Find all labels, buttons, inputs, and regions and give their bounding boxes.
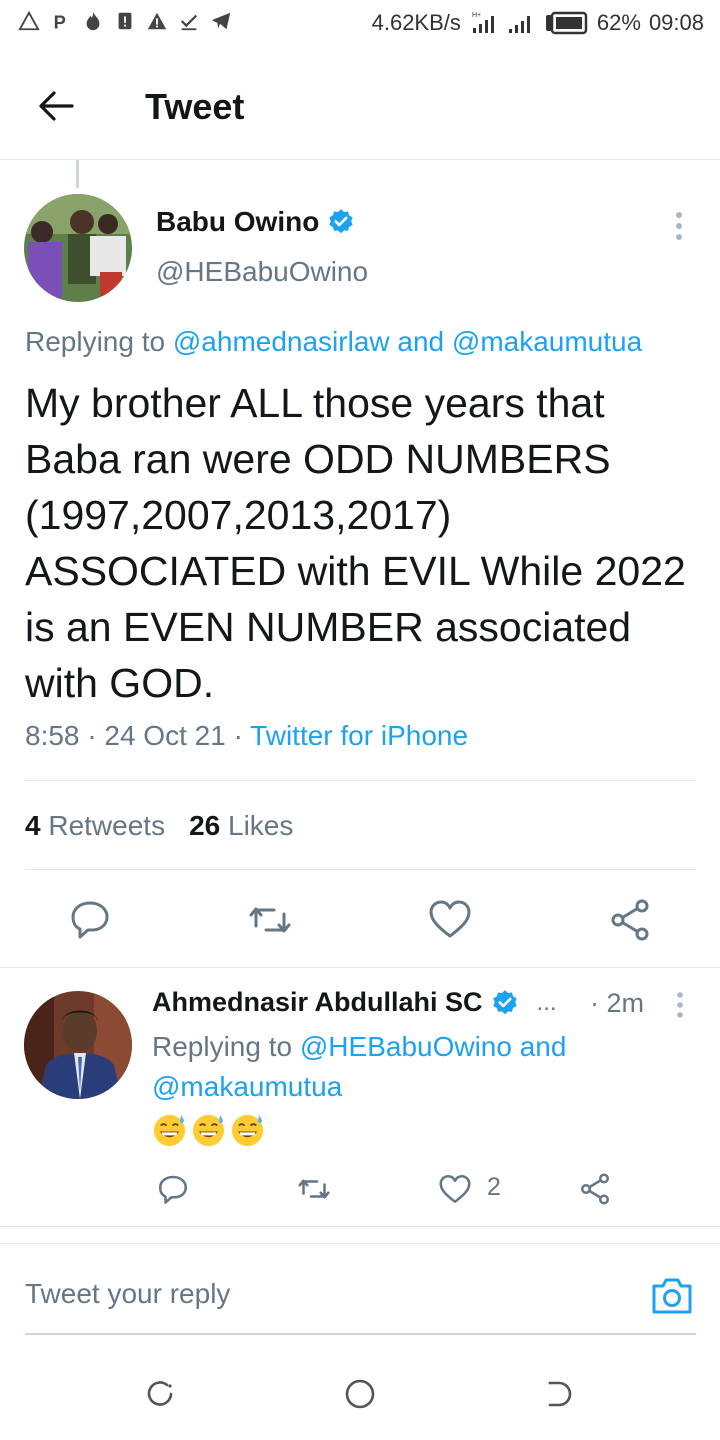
reply-avatar[interactable] xyxy=(24,991,132,1099)
recents-icon xyxy=(147,1381,173,1406)
arrow-left-icon xyxy=(39,91,74,121)
reply-like-count: 2 xyxy=(487,1173,501,1201)
like-button[interactable] xyxy=(426,895,474,943)
svg-text:P: P xyxy=(54,11,66,32)
author-name[interactable]: Babu Owino xyxy=(156,206,319,238)
more-options-button[interactable] xyxy=(666,210,692,242)
tweet-text: My brother ALL those years that Baba ran… xyxy=(25,380,686,706)
reply-replying-prefix: Replying to xyxy=(152,1031,293,1062)
more-vertical-icon xyxy=(677,992,683,1018)
battery-icon xyxy=(545,11,588,35)
reply-avatar-photo xyxy=(24,991,132,1099)
thread-connector-line xyxy=(76,160,79,188)
signal-hplus-icon: H+ xyxy=(472,12,494,33)
system-nav-bar xyxy=(0,1350,720,1440)
download-done-icon xyxy=(180,14,198,31)
warning-box-icon xyxy=(118,12,132,30)
likes-count: 26 xyxy=(189,810,221,841)
reply-button[interactable] xyxy=(66,895,114,943)
reply-icon xyxy=(71,901,109,939)
signal-icon xyxy=(508,16,530,33)
tweet-actions xyxy=(0,890,720,950)
retweet-button[interactable] xyxy=(246,896,294,944)
author-handle: @HEBabuOwino xyxy=(156,256,369,287)
reply-reply-button[interactable] xyxy=(155,1171,191,1207)
retweets-count: 4 xyxy=(25,810,41,841)
reply-author-row: Ahmednasir Abdullahi SC ... xyxy=(152,987,557,1018)
avatar-photo xyxy=(24,194,132,302)
grinning-sweat-emoji-icon xyxy=(153,1114,186,1147)
share-icon xyxy=(611,899,649,941)
tweet-source-link[interactable]: Twitter for iPhone xyxy=(250,720,468,751)
divider xyxy=(25,780,696,781)
status-right: 4.62KB/s H+ 62% 09:08 xyxy=(372,10,704,36)
home-button[interactable] xyxy=(342,1376,378,1412)
camera-icon xyxy=(652,1278,692,1314)
share-icon xyxy=(580,1173,610,1205)
reply-timestamp: · 2m xyxy=(590,988,644,1018)
likes-label: Likes xyxy=(228,810,294,841)
divider xyxy=(0,1226,720,1227)
network-speed: 4.62KB/s xyxy=(371,10,461,35)
reply-input[interactable] xyxy=(25,1264,585,1324)
retweets-stat[interactable]: 4 Retweets xyxy=(25,810,165,842)
notification-icons: P xyxy=(18,10,232,32)
grinning-sweat-emoji-icon xyxy=(192,1114,225,1147)
flame-icon xyxy=(86,11,100,31)
svg-text:H+: H+ xyxy=(472,12,481,19)
home-circle-icon xyxy=(345,1379,375,1409)
likes-stat[interactable]: 26 Likes xyxy=(189,810,293,842)
back-nav-button[interactable] xyxy=(542,1376,578,1412)
reply-more-options-button[interactable] xyxy=(668,990,692,1020)
camera-button[interactable] xyxy=(650,1274,694,1316)
replying-mentions[interactable]: @ahmednasirlaw and @makaumutua xyxy=(173,326,642,357)
more-vertical-icon xyxy=(676,212,682,240)
retweet-icon xyxy=(249,907,291,933)
replying-to: Replying to @ahmednasirlaw and @makaumut… xyxy=(25,326,642,358)
name-truncation-ellipsis: ... xyxy=(536,988,557,1016)
reply-share-button[interactable] xyxy=(577,1171,613,1207)
heart-icon xyxy=(439,1174,471,1204)
heart-icon xyxy=(429,900,471,938)
retweet-icon xyxy=(298,1179,330,1199)
composer-underline xyxy=(25,1333,696,1335)
engagement-stats: 4 Retweets 26 Likes xyxy=(25,810,293,842)
recents-button[interactable] xyxy=(142,1376,178,1412)
reply-text-emojis xyxy=(152,1112,265,1147)
replying-prefix: Replying to xyxy=(25,326,166,357)
parking-icon: P xyxy=(54,11,66,32)
tweet-timestamp: 8:58 · 24 Oct 21 · xyxy=(25,720,251,751)
back-nav-icon xyxy=(548,1381,572,1407)
back-button[interactable] xyxy=(36,86,76,126)
warning-filled-icon xyxy=(147,12,167,30)
divider xyxy=(0,967,720,968)
reply-like-button[interactable] xyxy=(437,1171,473,1207)
page-title: Tweet xyxy=(145,86,245,127)
warning-outline-icon xyxy=(18,10,40,31)
top-app-bar: Tweet xyxy=(0,52,720,160)
tweet-meta: 8:58 · 24 Oct 21 · Twitter for iPhone xyxy=(25,720,468,752)
verified-badge-icon xyxy=(491,989,519,1017)
telegram-icon xyxy=(211,12,231,30)
divider xyxy=(25,869,696,870)
divider xyxy=(0,1243,720,1244)
verified-badge-icon xyxy=(327,208,355,236)
reply-retweet-button[interactable] xyxy=(296,1171,332,1207)
status-bar: P 4.62KB/s H+ 62% 09:08 xyxy=(0,0,720,52)
share-button[interactable] xyxy=(606,896,654,944)
grinning-sweat-emoji-icon xyxy=(231,1114,264,1147)
reply-icon xyxy=(158,1175,188,1204)
retweets-label: Retweets xyxy=(48,810,166,841)
reply-replying-to: Replying to @HEBabuOwino and @makaumutua xyxy=(152,1027,672,1107)
author-row: Babu Owino xyxy=(156,206,355,238)
reply-actions xyxy=(0,1165,720,1215)
reply-author-name[interactable]: Ahmednasir Abdullahi SC xyxy=(152,987,483,1018)
clock: 09:08 xyxy=(648,10,704,35)
battery-percent: 62% xyxy=(596,10,641,35)
avatar[interactable] xyxy=(24,194,132,302)
